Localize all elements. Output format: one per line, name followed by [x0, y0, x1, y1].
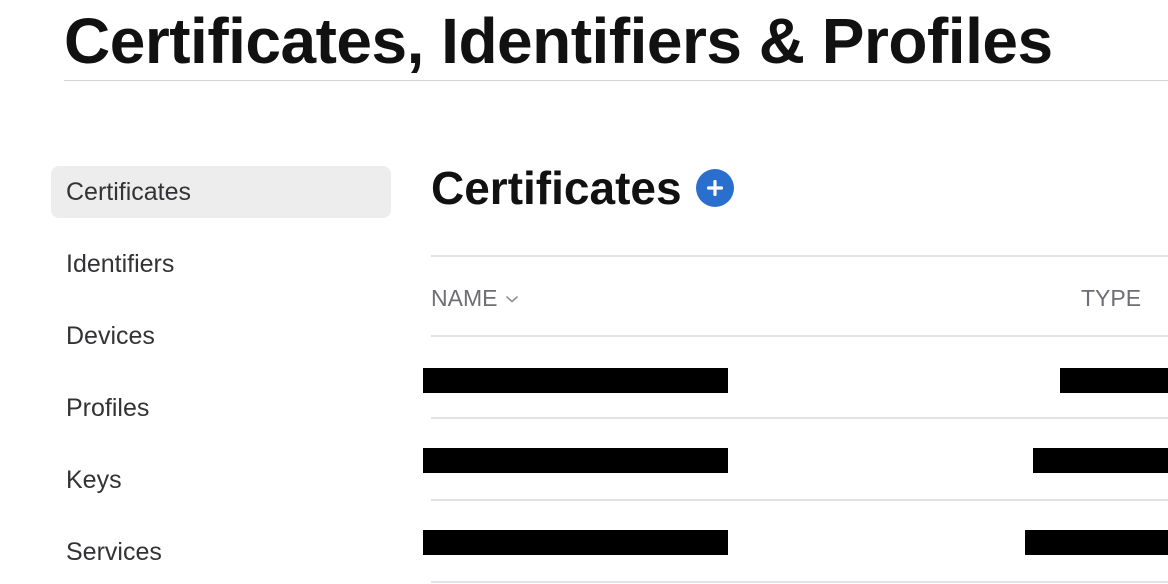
column-header-name-label: NAME: [431, 285, 498, 311]
chevron-down-icon: [505, 294, 519, 304]
sidebar-nav: Certificates Identifiers Devices Profile…: [51, 166, 391, 584]
column-header-name[interactable]: NAME: [431, 285, 519, 312]
redacted-name-cell: [423, 530, 728, 555]
sidebar-item-services[interactable]: Services: [51, 526, 391, 578]
page-title: Certificates, Identifiers & Profiles: [64, 5, 1053, 77]
certificates-table: NAME TYPE: [423, 255, 1168, 583]
table-row[interactable]: [423, 419, 1168, 501]
column-header-type[interactable]: TYPE: [1081, 285, 1141, 312]
sidebar-item-identifiers[interactable]: Identifiers: [51, 238, 391, 290]
title-divider: [64, 80, 1168, 81]
redacted-type-cell: [1025, 530, 1168, 555]
table-row[interactable]: [423, 501, 1168, 583]
sidebar-item-keys[interactable]: Keys: [51, 454, 391, 506]
redacted-type-cell: [1060, 368, 1168, 393]
sidebar-item-profiles[interactable]: Profiles: [51, 382, 391, 434]
table-header: NAME TYPE: [431, 255, 1168, 337]
table-row[interactable]: [423, 337, 1168, 419]
section-header: Certificates: [431, 162, 734, 214]
sidebar-item-certificates[interactable]: Certificates: [51, 166, 391, 218]
redacted-type-cell: [1033, 448, 1168, 473]
redacted-name-cell: [423, 448, 728, 473]
add-certificate-button[interactable]: [695, 169, 734, 207]
developer-portal-page: Certificates, Identifiers & Profiles Cer…: [0, 0, 1168, 584]
sidebar-item-devices[interactable]: Devices: [51, 310, 391, 362]
section-title: Certificates: [431, 162, 682, 214]
redacted-name-cell: [423, 368, 728, 393]
plus-circle-icon: [706, 180, 723, 196]
